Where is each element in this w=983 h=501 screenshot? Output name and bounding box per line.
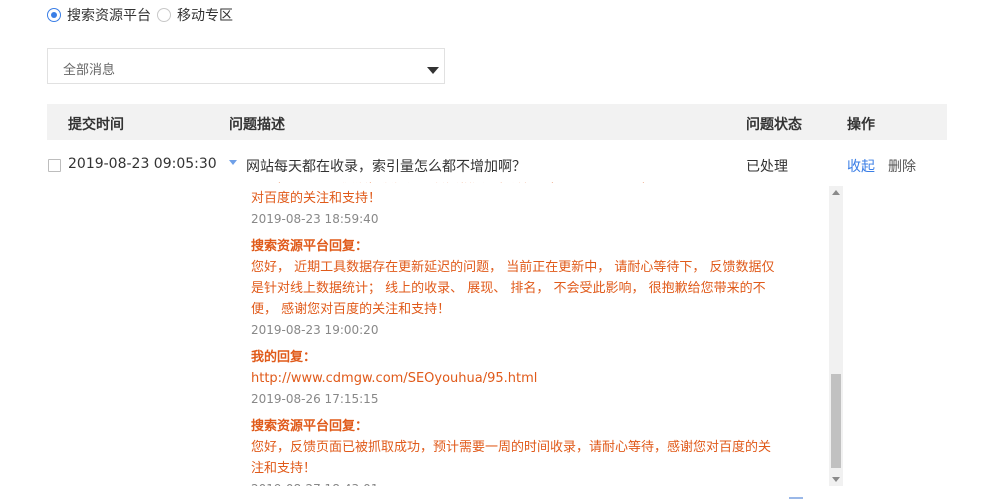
row-submit-time: 2019-08-23 09:05:30 xyxy=(68,156,217,172)
radio-search-platform[interactable]: 搜索资源平台 xyxy=(47,5,151,25)
reply-timestamp: 2019-08-23 18:59:40 xyxy=(251,212,379,226)
expand-caret-icon[interactable] xyxy=(229,160,237,165)
reply-author: 搜索资源平台回复： xyxy=(251,419,369,434)
thread-scrollbar[interactable] xyxy=(829,186,843,486)
reply-text: 便， 感谢您对百度的关注和支持！ xyxy=(251,302,451,317)
collapse-link[interactable]: 收起 xyxy=(847,156,875,176)
header-status: 问题状态 xyxy=(746,117,802,133)
source-radio-group: 搜索资源平台 移动专区 xyxy=(47,5,239,25)
dropdown-arrow-icon[interactable] xyxy=(427,67,439,74)
bottom-partial-link xyxy=(789,497,803,499)
reply-text: 您好， 近期工具数据存在更新延迟的问题， 当前正在更新中， 请耐心等待下， 反馈… xyxy=(251,260,775,275)
radio-mobile-zone[interactable]: 移动专区 xyxy=(157,5,233,25)
message-type-value: 全部消息 xyxy=(63,63,116,78)
radio-unchecked-icon[interactable] xyxy=(157,8,171,22)
reply-timestamp: 2019-08-23 19:00:20 xyxy=(251,323,379,337)
radio-label-mobile-zone: 移动专区 xyxy=(177,8,233,24)
header-submit-time: 提交时间 xyxy=(68,117,124,133)
scroll-thumb[interactable] xyxy=(831,374,841,468)
row-description: 网站每天都在收录，索引量怎么都不增加啊？ xyxy=(246,159,526,175)
row-checkbox[interactable] xyxy=(48,159,61,172)
header-description: 问题描述 xyxy=(229,117,285,133)
message-type-select[interactable]: 全部消息 xyxy=(47,48,445,84)
radio-checked-icon[interactable] xyxy=(47,8,61,22)
row-status: 已处理 xyxy=(746,159,788,175)
table-header: 提交时间 问题描述 问题状态 操作 xyxy=(47,104,947,140)
radio-label-search-platform: 搜索资源平台 xyxy=(67,8,151,24)
scroll-down-arrow-icon[interactable] xyxy=(832,477,840,482)
reply-author: 搜索资源平台回复： xyxy=(251,239,369,254)
reply-text: 您好，反馈页面已被抓取成功，预计需要一周的时间收录，请耐心等待，感谢您对百度的关 xyxy=(251,440,772,455)
reply-timestamp: 2019-08-26 17:15:15 xyxy=(251,392,379,406)
reply-text: 对百度的关注和支持！ xyxy=(251,191,382,206)
reply-thread-panel[interactable]: 您好，感谢您的反馈，该问题已转交相关工程师处理，请您耐心等待，感谢您对百度的关注… xyxy=(246,182,844,486)
reply-text: 注和支持！ xyxy=(251,461,317,476)
reply-text: 是针对线上数据统计； 线上的收录、 展现、 排名， 不会受此影响， 很抱歉给您带… xyxy=(251,281,766,296)
reply-thread: 您好，感谢您的反馈，该问题已转交相关工程师处理，请您耐心等待，感谢您对百度的关注… xyxy=(251,182,821,486)
reply-text: http://www.cdmgw.com/SEOyouhua/95.html xyxy=(251,371,538,386)
scroll-up-arrow-icon[interactable] xyxy=(832,190,840,195)
reply-author: 我的回复： xyxy=(251,350,317,365)
header-actions: 操作 xyxy=(847,117,875,133)
reply-timestamp: 2019-08-27 18:43:01 xyxy=(251,479,821,486)
delete-link[interactable]: 删除 xyxy=(888,156,916,176)
